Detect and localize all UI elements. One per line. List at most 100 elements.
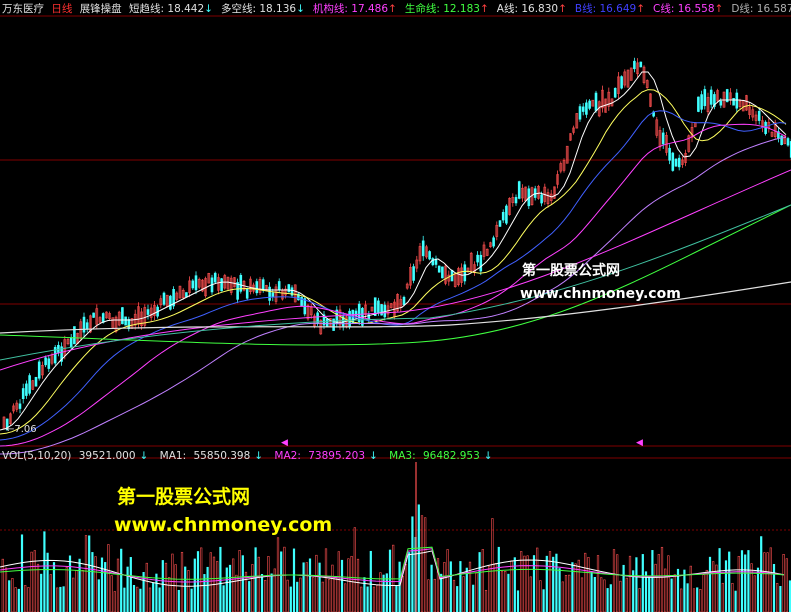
volume-bar [107, 544, 110, 612]
candle-body [757, 110, 761, 121]
volume-bar [616, 554, 619, 612]
volume-bar [216, 561, 219, 612]
volume-bar [340, 559, 344, 612]
volume-bar [411, 516, 414, 612]
candle-body [441, 266, 444, 279]
stock-name[interactable]: 万东医疗 [2, 3, 44, 15]
indicator-line-0: 短趋线: 18.442↓ [129, 3, 213, 15]
candle-body [463, 264, 467, 282]
volume-bar [94, 556, 97, 612]
candle-body [21, 388, 25, 400]
candle-body [709, 89, 713, 105]
candle-body [37, 361, 41, 379]
volume-bar [305, 562, 308, 612]
volume-bar [507, 573, 510, 612]
volume-bar [484, 589, 488, 612]
candle-body [700, 94, 703, 110]
volume-bar [296, 581, 299, 612]
volume-bar [59, 586, 62, 612]
indicator-name[interactable]: 展锋操盘 [80, 3, 122, 15]
volume-bar [184, 566, 187, 612]
candle-body [697, 96, 700, 112]
volume-bar [4, 567, 8, 612]
volume-bar [353, 527, 356, 612]
volume-bar [772, 563, 776, 612]
volume-bar [596, 555, 600, 612]
volume-bar [440, 573, 443, 612]
ma1-value: MA1: 55850.398 ↓ [159, 450, 264, 462]
candle-body [578, 106, 582, 120]
volume-bar [740, 550, 744, 612]
volume-bar [545, 555, 548, 612]
volume-bar [292, 548, 296, 612]
volume-bar [737, 556, 740, 612]
candle-body [719, 100, 723, 106]
volume-bar [14, 587, 17, 612]
volume-bar [766, 552, 769, 612]
volume-bar [516, 590, 520, 612]
candle-body [514, 197, 518, 204]
candle-body [191, 280, 195, 289]
candle-body [431, 258, 435, 266]
volume-bar [699, 589, 702, 612]
volume-bar [318, 562, 321, 612]
volume-bar [564, 575, 568, 612]
volume-bar [254, 547, 257, 612]
volume-bar [308, 558, 312, 612]
volume-bar [430, 564, 433, 612]
indicator-arrow-2: ↑ [388, 3, 397, 15]
candle-body [613, 87, 617, 98]
volume-bar [395, 585, 398, 612]
volume-bar [27, 587, 30, 612]
volume-bar [724, 560, 728, 612]
volume-bar [270, 573, 273, 612]
volume-bar [209, 552, 212, 612]
volume-bar [20, 534, 24, 612]
volume-bar [500, 570, 504, 612]
volume-bar [136, 586, 139, 612]
volume-bar [280, 551, 283, 612]
scroll-marker-left[interactable]: ◀ [281, 438, 288, 448]
scroll-marker-right[interactable]: ◀ [636, 438, 643, 448]
volume-bar [683, 569, 686, 612]
volume-bar [763, 552, 766, 612]
volume-bar [56, 587, 59, 612]
volume-bar [100, 557, 104, 612]
volume-bar [222, 585, 225, 612]
volume-bar [88, 535, 91, 612]
volume-bar [475, 572, 478, 612]
volume-bar [696, 587, 699, 612]
volume-bar [132, 585, 136, 612]
candle-body [377, 300, 380, 314]
volume-bar [619, 580, 622, 612]
volume-bar [539, 580, 542, 612]
candle-body [594, 92, 598, 111]
candle-body [287, 284, 291, 293]
volume-bar [776, 583, 779, 612]
indicator-arrow-5: ↑ [636, 3, 646, 15]
candle-body [498, 220, 502, 227]
volume-bar [750, 563, 753, 612]
volume-bar [129, 557, 132, 612]
candle-body [479, 254, 483, 272]
vol-name[interactable]: VOL(5,10,20) [2, 450, 71, 462]
volume-bar [232, 558, 235, 612]
volume-bar [622, 564, 625, 612]
volume-bar [532, 555, 536, 612]
candle-body [268, 286, 271, 301]
volume-bar [715, 564, 718, 612]
volume-bar [651, 550, 654, 612]
volume-bar [113, 591, 116, 612]
period-label[interactable]: 日线 [51, 3, 72, 15]
volume-bar [145, 562, 148, 612]
indicator-arrow-0: ↓ [204, 3, 213, 15]
candle-body [162, 292, 166, 305]
volume-bar [744, 554, 747, 612]
volume-bar [465, 567, 468, 612]
volume-bar [603, 579, 606, 612]
candle-body [581, 106, 585, 112]
candle-body [277, 281, 281, 291]
vol-ma3-line [0, 546, 785, 580]
candle-body [92, 312, 95, 318]
volume-bar [488, 565, 491, 612]
